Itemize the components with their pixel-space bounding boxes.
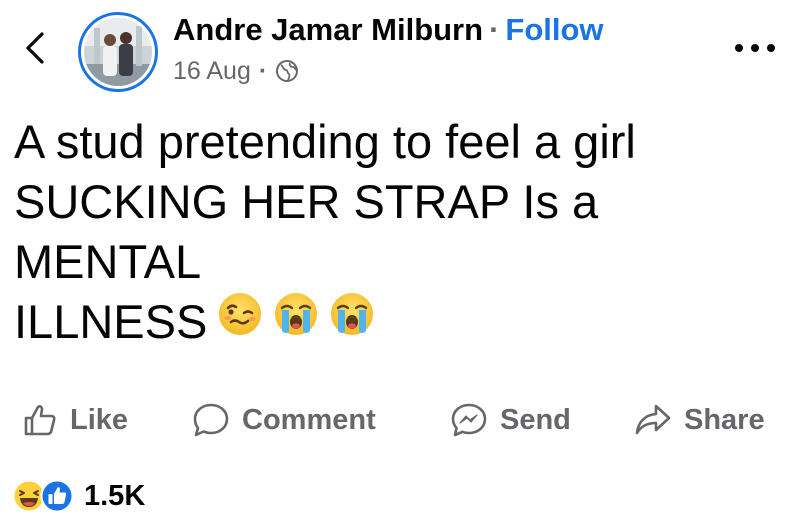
back-button[interactable] — [20, 30, 50, 66]
send-button[interactable]: Send — [450, 392, 571, 448]
chevron-left-icon — [26, 32, 44, 64]
like-button[interactable]: Like — [22, 392, 128, 448]
thumbs-up-icon — [24, 405, 56, 436]
loudly-crying-face-emoji — [329, 291, 375, 351]
comment-icon — [193, 403, 229, 437]
like-label: Like — [70, 403, 129, 436]
like-reaction-icon — [40, 479, 74, 513]
send-label: Send — [500, 403, 571, 436]
post-actions-bar: Like Comment Send Share — [0, 392, 800, 448]
share-label: Share — [684, 403, 765, 436]
reactions-summary[interactable]: 1.5K — [12, 472, 145, 520]
post-text-line: A stud pretending to feel a girl — [14, 115, 636, 168]
post-text-line: ILLNESS — [14, 295, 208, 348]
meta-separator: · — [258, 57, 268, 85]
post-text-line: SUCKING HER STRAP Is a — [14, 175, 599, 228]
share-icon — [635, 404, 671, 435]
name-separator: · — [489, 12, 500, 47]
more-dot-icon — [751, 44, 759, 52]
more-options-button[interactable] — [735, 36, 775, 60]
share-button[interactable]: Share — [634, 392, 765, 448]
more-dot-icon — [767, 44, 775, 52]
author-name[interactable]: Andre Jamar Milburn — [173, 12, 483, 47]
comment-button[interactable]: Comment — [192, 392, 376, 448]
author-line: Andre Jamar Milburn · Follow — [173, 12, 604, 48]
messenger-icon — [451, 403, 487, 437]
reaction-count: 1.5K — [84, 479, 146, 512]
avatar[interactable] — [78, 12, 158, 92]
post-text-line: MENTAL — [14, 235, 202, 288]
woozy-face-emoji — [217, 291, 263, 351]
post-meta: 16 Aug · — [173, 56, 299, 86]
comment-label: Comment — [242, 403, 376, 436]
post-body: A stud pretending to feel a girl SUCKING… — [14, 112, 794, 356]
post-text-final-line: ILLNESS — [14, 292, 794, 356]
follow-button[interactable]: Follow — [505, 12, 603, 47]
reaction-icons — [12, 479, 74, 513]
more-dot-icon — [735, 44, 743, 52]
loudly-crying-face-emoji — [273, 291, 319, 351]
post-header: Andre Jamar Milburn · Follow 16 Aug · — [0, 0, 800, 100]
globe-icon — [276, 60, 299, 82]
avatar-photo — [84, 18, 152, 86]
post-date[interactable]: 16 Aug — [173, 56, 251, 86]
